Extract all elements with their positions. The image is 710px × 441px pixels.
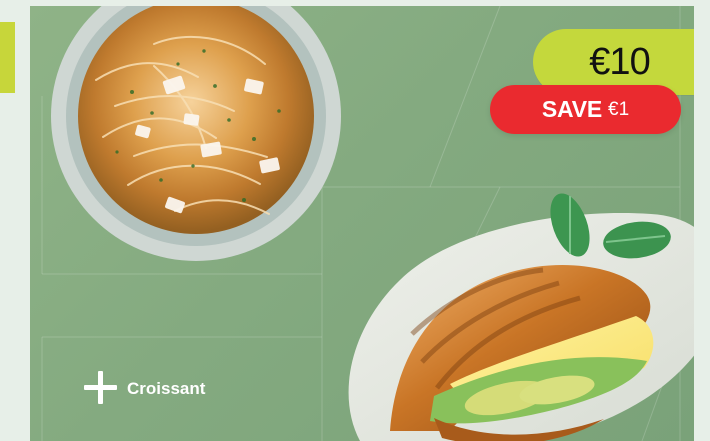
- meal-deal-card[interactable]: €10 SAVE €1 Croissant: [30, 6, 694, 441]
- left-accent-tab: [0, 22, 15, 93]
- save-badge: SAVE €1: [490, 85, 681, 134]
- croissant-addon: Croissant: [84, 371, 205, 404]
- soup-bowl-image: [51, 6, 341, 261]
- promo-page: €10 SAVE €1 Croissant: [0, 0, 710, 441]
- price-value: €10: [589, 41, 650, 83]
- save-amount: €1: [608, 98, 630, 120]
- croissant-sandwich-image: [348, 193, 694, 441]
- plus-icon: [84, 371, 117, 404]
- addon-label: Croissant: [127, 378, 206, 398]
- save-label: SAVE: [541, 96, 602, 122]
